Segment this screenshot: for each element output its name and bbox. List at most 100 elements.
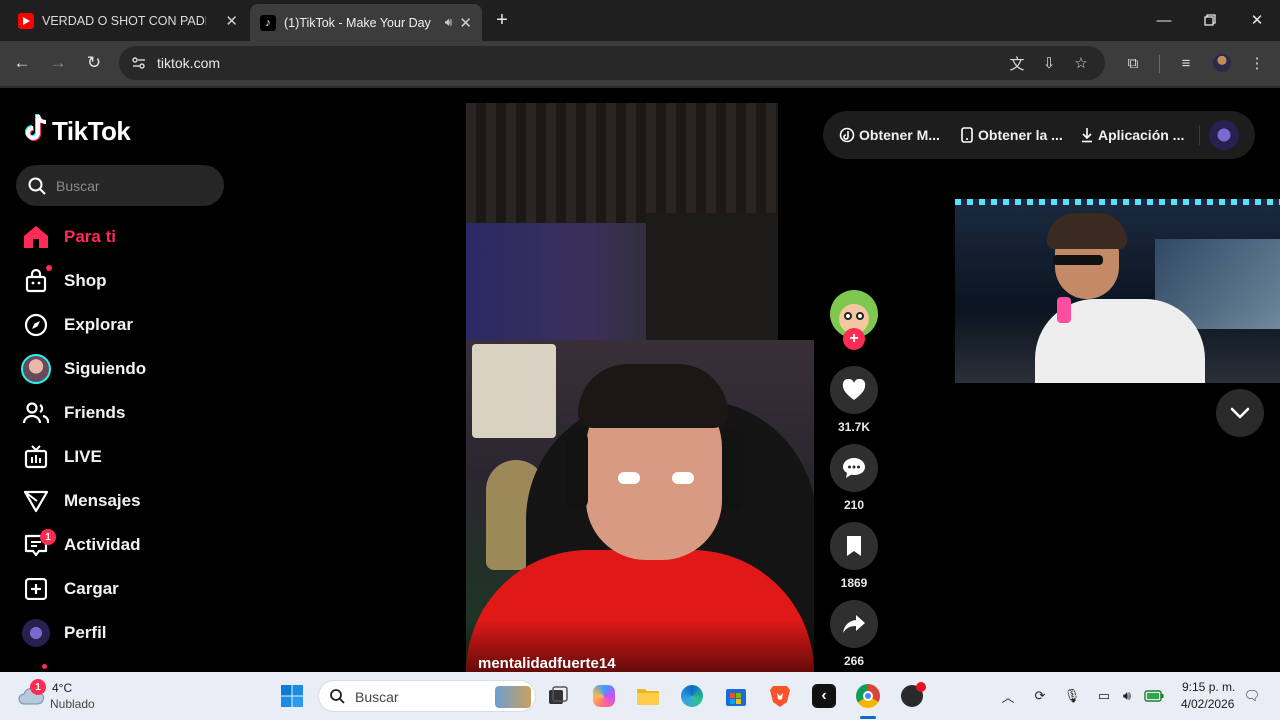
taskbar-search-placeholder: Buscar: [355, 689, 399, 705]
windows-start-icon[interactable]: [278, 682, 306, 710]
sidebar-item-para-ti[interactable]: Para ti: [20, 221, 116, 253]
install-app-icon[interactable]: ⇩: [1038, 52, 1060, 74]
webcam-person-hair: [1047, 213, 1127, 249]
sidebar-item-friends[interactable]: Friends: [20, 397, 125, 429]
media-control-icon[interactable]: ≡: [1175, 52, 1197, 74]
sidebar-item-label: Cargar: [64, 579, 119, 598]
network-icon[interactable]: ▭: [1094, 686, 1114, 706]
sidebar-item-label: Explorar: [64, 315, 133, 334]
upload-plus-icon: [20, 573, 52, 605]
chevron-down-icon: [1230, 407, 1250, 419]
sidebar-item-explorar[interactable]: Explorar: [20, 309, 133, 341]
video-eye-left: [618, 472, 640, 484]
back-arrow-icon[interactable]: ←: [8, 49, 36, 77]
chip-divider: [1199, 125, 1200, 145]
brave-browser-icon[interactable]: [766, 682, 794, 710]
top-actions-bar: Obtener M... Obtener la ... Aplicación .…: [823, 111, 1255, 159]
clock-time[interactable]: 9:15 p. m.: [1182, 680, 1235, 694]
webcam-sunglasses: [1053, 255, 1103, 265]
notifications-icon[interactable]: 🗨︎: [1242, 686, 1262, 706]
comment-button[interactable]: [830, 444, 878, 492]
sidebar-item-mensajes[interactable]: Mensajes: [20, 485, 141, 517]
tiktok-logo[interactable]: TikTok: [24, 113, 131, 150]
sidebar-item-perfil[interactable]: Perfil: [20, 617, 107, 649]
battery-icon[interactable]: [1144, 686, 1164, 706]
download-icon: [1082, 128, 1092, 143]
menu-kebab-icon[interactable]: ⋮: [1246, 52, 1268, 74]
task-view-icon[interactable]: [544, 682, 572, 710]
compass-icon: [20, 309, 52, 341]
sidebar-item-live[interactable]: LIVE: [20, 441, 102, 473]
get-app-link[interactable]: Obtener la ...: [960, 127, 1063, 143]
browser-toolbar: ← → ↻ tiktok.com 文 ⇩ ☆ ⧉ ≡ ⋮: [0, 41, 1280, 86]
video-eye-right: [672, 472, 694, 484]
browser-tab-strip: VERDAD O SHOT CON PADRES ✕ ♪ (1)TikTok -…: [0, 0, 1280, 41]
video-frame-top[interactable]: [466, 103, 778, 340]
get-coins-link[interactable]: Obtener M...: [839, 127, 940, 143]
microphone-icon[interactable]: 🎙︎: [1062, 686, 1082, 706]
microsoft-store-icon[interactable]: [722, 682, 750, 710]
weather-description: Nublado: [50, 697, 95, 711]
close-tab-icon[interactable]: ✕: [459, 14, 472, 32]
clock-date[interactable]: 4/02/2026: [1181, 697, 1234, 711]
restore-button[interactable]: [1187, 6, 1233, 34]
site-settings-icon[interactable]: [131, 55, 147, 76]
search-input[interactable]: Buscar: [16, 165, 224, 206]
video-dark-panel: [646, 213, 778, 340]
active-app-indicator: [860, 716, 876, 719]
sidebar-item-shop[interactable]: Shop: [20, 265, 107, 297]
tab-title: (1)TikTok - Make Your Day: [284, 15, 431, 30]
sidebar-item-cargar[interactable]: Cargar: [20, 573, 119, 605]
file-explorer-icon[interactable]: [634, 682, 662, 710]
recording-dot-badge: [916, 682, 926, 692]
search-placeholder: Buscar: [56, 178, 100, 194]
speaker-icon[interactable]: 🔊︎: [445, 15, 453, 30]
share-button[interactable]: [830, 600, 878, 648]
sidebar-item-siguiendo[interactable]: Siguiendo: [20, 353, 146, 385]
save-button[interactable]: [830, 522, 878, 570]
video-wall-plaque: [472, 344, 556, 438]
chip-label: Obtener la ...: [978, 127, 1063, 143]
edge-browser-icon[interactable]: [678, 682, 706, 710]
tray-overflow-icon[interactable]: ︿: [998, 686, 1018, 706]
video-hair: [578, 364, 728, 428]
sidebar-item-label: Mensajes: [64, 491, 141, 510]
follow-plus-button[interactable]: +: [843, 328, 865, 350]
live-tv-icon: [20, 441, 52, 473]
profile-avatar-icon[interactable]: [1211, 52, 1233, 74]
sidebar-item-actividad[interactable]: Actividad: [20, 529, 141, 561]
translate-icon[interactable]: 文: [1006, 52, 1028, 74]
like-button[interactable]: [830, 366, 878, 414]
close-window-button[interactable]: ✕: [1234, 6, 1280, 34]
sync-icon[interactable]: ⟳: [1030, 686, 1050, 706]
save-count: 1869: [840, 576, 868, 590]
desktop-app-link[interactable]: Aplicación ...: [1080, 127, 1184, 143]
tab-verdad-o-shot[interactable]: VERDAD O SHOT CON PADRES ✕: [8, 4, 248, 37]
next-video-button[interactable]: [1216, 389, 1264, 437]
reload-icon[interactable]: ↻: [80, 49, 108, 77]
video-player[interactable]: [466, 340, 814, 672]
minimize-button[interactable]: —: [1141, 6, 1187, 34]
new-tab-button[interactable]: +: [484, 6, 520, 34]
address-bar[interactable]: tiktok.com 文 ⇩ ☆: [119, 46, 1105, 80]
phone-icon: [961, 127, 973, 143]
video-username[interactable]: mentalidadfuerte14: [478, 655, 616, 672]
sidebar-item-label: Siguiendo: [64, 359, 147, 378]
avatar-eye-left: [844, 312, 852, 320]
share-count: 266: [843, 654, 865, 668]
capcut-icon[interactable]: ‹: [810, 682, 838, 710]
user-avatar[interactable]: [1209, 120, 1239, 150]
search-icon: [28, 177, 46, 200]
chrome-browser-icon[interactable]: [854, 682, 882, 710]
tab-search-icon[interactable]: ⧉: [1122, 52, 1144, 74]
comment-bubble-icon: [843, 458, 865, 478]
taskbar-search-input[interactable]: Buscar: [318, 680, 536, 712]
forward-arrow-icon[interactable]: →: [44, 49, 72, 77]
copilot-icon[interactable]: [590, 682, 618, 710]
comment-count: 210: [843, 498, 865, 512]
send-icon: [20, 485, 52, 517]
close-tab-icon[interactable]: ✕: [225, 12, 238, 30]
bookmark-star-icon[interactable]: ☆: [1070, 52, 1092, 74]
volume-icon[interactable]: 🔊︎: [1117, 686, 1137, 706]
tab-tiktok[interactable]: ♪ (1)TikTok - Make Your Day 🔊︎ ✕: [250, 4, 482, 41]
